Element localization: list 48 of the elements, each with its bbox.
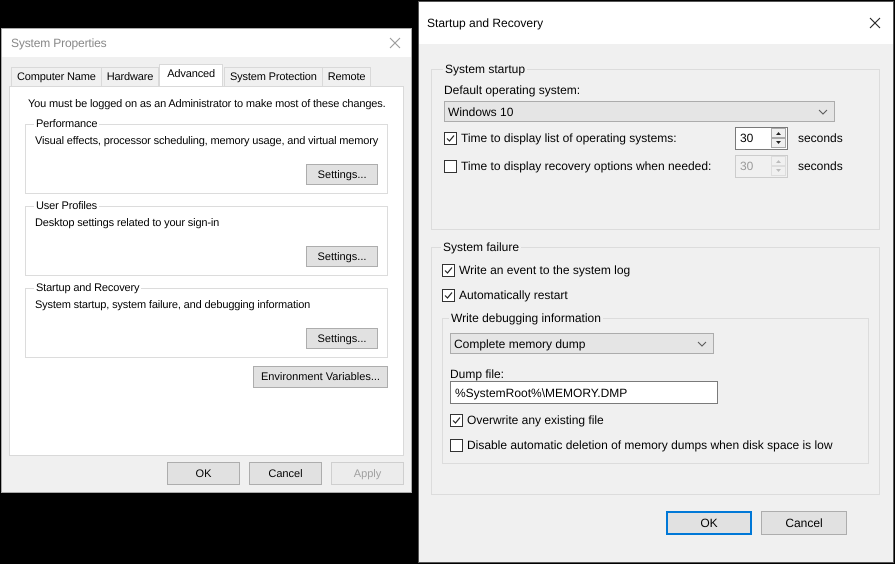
dialog-button[interactable]: OK xyxy=(167,462,240,485)
dump-file-field[interactable]: %SystemRoot%\MEMORY.DMP xyxy=(450,381,718,404)
group-description: Visual effects, processor scheduling, memory usage, and virtual memory xyxy=(35,135,378,147)
checkbox-label: Overwrite any existing file xyxy=(467,413,604,427)
group-title: Write debugging information xyxy=(450,311,602,325)
settings-button[interactable]: Settings... xyxy=(306,246,378,267)
checkbox-label: Automatically restart xyxy=(459,288,568,302)
group-description: Desktop settings related to your sign-in xyxy=(35,217,220,229)
settings-button[interactable]: Settings... xyxy=(306,328,378,349)
dialog-button[interactable]: Cancel xyxy=(761,511,847,535)
unit-label: seconds xyxy=(798,131,843,145)
checkbox[interactable] xyxy=(450,438,463,452)
field-label: Default operating system: xyxy=(444,83,582,97)
checkbox-label: Disable automatic deletion of memory dumps when disk space is low xyxy=(467,438,833,452)
settings-button[interactable]: Settings... xyxy=(306,164,378,185)
unit-label: seconds xyxy=(798,159,843,173)
caret-icon xyxy=(818,108,828,114)
tab[interactable]: Remote xyxy=(322,67,372,86)
checkbox-label: Time to display list of operating systems: xyxy=(461,131,678,145)
spin-field[interactable]: 30 xyxy=(735,126,788,150)
group-title: Startup and Recovery xyxy=(35,282,140,294)
debugging-type-dropdown[interactable]: Complete memory dump xyxy=(450,333,714,354)
window-title: Startup and Recovery xyxy=(427,16,544,30)
checkbox[interactable] xyxy=(444,132,457,144)
dialog-button[interactable]: OK xyxy=(666,511,752,535)
window-title: System Properties xyxy=(11,36,106,50)
group-description: System startup, system failure, and debugging information xyxy=(35,299,312,311)
close-icon[interactable] xyxy=(869,17,881,29)
group-title: Performance xyxy=(35,118,98,130)
environment-variables-button[interactable]: Environment Variables... xyxy=(252,366,388,388)
operating-system-dropdown[interactable]: Windows 10 xyxy=(444,101,835,122)
tab[interactable]: Computer Name xyxy=(11,67,102,86)
checkbox[interactable] xyxy=(450,414,463,426)
group-title: User Profiles xyxy=(35,200,98,212)
spin-arrows-icon[interactable] xyxy=(771,128,786,148)
tab[interactable]: Hardware xyxy=(100,67,160,86)
checkbox-label: Write an event to the system log xyxy=(459,263,630,277)
checkbox-label: Time to display recovery options when needed: xyxy=(461,159,712,173)
caret-icon xyxy=(697,340,707,346)
dialog-button[interactable]: Cancel xyxy=(249,462,322,485)
tab[interactable]: System Protection xyxy=(224,67,323,86)
group-title: System startup xyxy=(444,62,526,76)
group-title: System failure xyxy=(442,240,520,254)
notice-text: You must be logged on as an Administrator to make most of these changes. xyxy=(28,97,387,112)
field-label: Dump file: xyxy=(450,367,506,381)
checkbox[interactable] xyxy=(442,264,455,276)
checkbox[interactable] xyxy=(442,288,455,302)
tab[interactable]: Advanced xyxy=(159,64,223,86)
